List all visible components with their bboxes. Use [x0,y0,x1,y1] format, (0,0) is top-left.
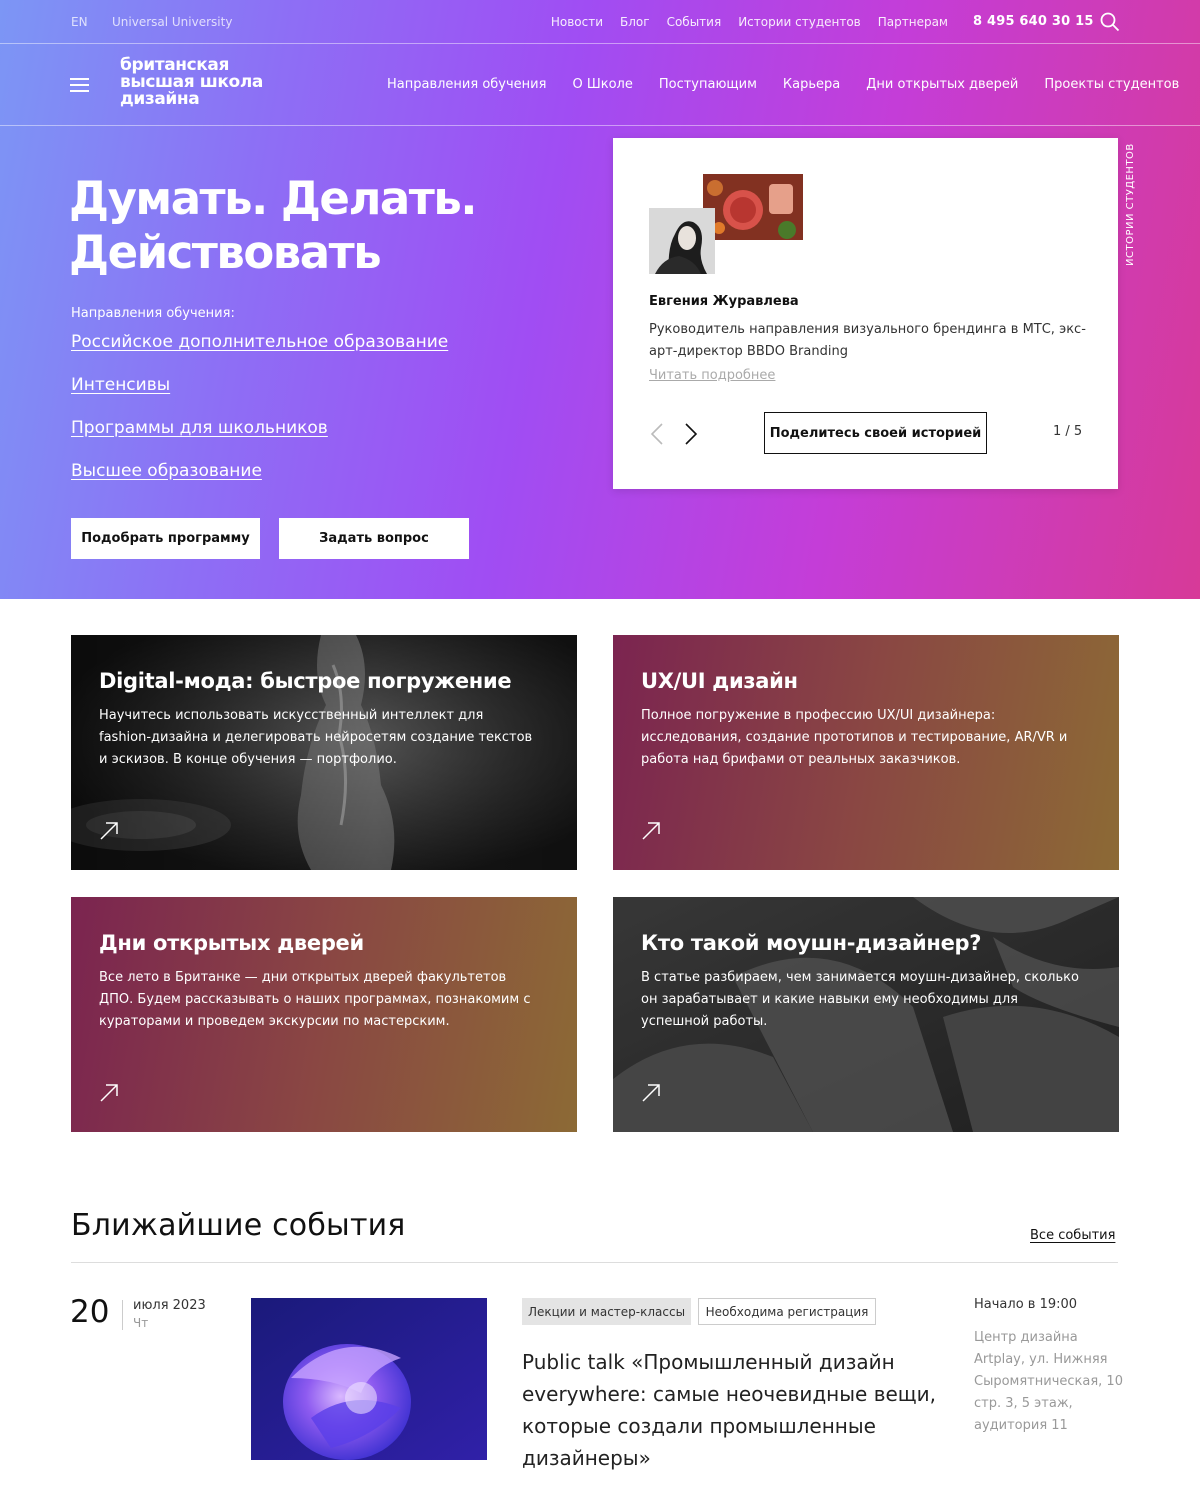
top-bar: EN Universal University Новости Блог Соб… [0,0,1200,44]
menu-icon[interactable] [70,78,89,92]
event-image[interactable] [251,1298,487,1460]
top-link-stories[interactable]: Истории студентов [738,15,861,29]
main-nav: британская высшая школа дизайна Направле… [0,45,1200,126]
student-stories-vertical-label[interactable]: ИСТОРИИ СТУДЕНТОВ [1123,138,1139,266]
arrow-up-right-icon [642,1084,660,1102]
top-link-partners[interactable]: Партнерам [878,15,948,29]
arrow-up-right-icon [100,822,118,840]
event-weekday: Чт [133,1316,149,1330]
event-start-time: Начало в 19:00 [974,1297,1078,1312]
story-pager: 1 / 5 [1053,424,1083,439]
top-link-news[interactable]: Новости [551,15,603,29]
nav-link-about[interactable]: О Школе [572,77,632,92]
event-location: Центр дизайна Artplay, ул. Нижняя Сыромя… [974,1330,1123,1433]
top-link-blog[interactable]: Блог [620,15,650,29]
divider [122,1300,123,1330]
university-link[interactable]: Universal University [112,15,232,29]
arrow-up-right-icon [642,822,660,840]
card-text: В статье разбираем, чем занимается моушн… [641,970,1079,1029]
card-text: Все лето в Британке — дни открытых двере… [99,970,531,1029]
ask-question-button[interactable]: Задать вопрос [279,518,469,559]
chevron-right-icon[interactable] [683,422,699,446]
event-tag-registration[interactable]: Необходима регистрация [698,1298,876,1325]
event-day: 20 [70,1294,110,1330]
event-month-year: июля 2023 [133,1298,206,1313]
direction-link-higher-education[interactable]: Высшее образование [71,461,448,504]
direction-link-additional[interactable]: Российское дополнительное образование [71,332,448,375]
nav-link-career[interactable]: Карьера [783,77,840,92]
event-tag-lectures[interactable]: Лекции и мастер-классы [522,1298,691,1325]
vertical-label-text: ИСТОРИИ СТУДЕНТОВ [1125,143,1136,266]
language-switch[interactable]: EN [71,15,88,29]
directions-label: Направления обучения: [71,306,235,321]
story-read-more-link[interactable]: Читать подробнее [649,368,775,383]
search-icon[interactable] [1100,12,1120,32]
card-title: Кто такой моушн-дизайнер? [641,931,982,955]
hero-title-line: Действовать [69,226,382,279]
phone-number[interactable]: 8 495 640 30 15 [973,14,1094,29]
event-title[interactable]: Public talk «Промышленный дизайн everywh… [522,1346,947,1474]
events-section-title: Ближайшие события [71,1208,406,1243]
top-links: Новости Блог События Истории студентов П… [551,15,948,29]
feature-card-motion-designer[interactable]: Кто такой моушн-дизайнер? В статье разби… [613,897,1119,1132]
nav-link-applicants[interactable]: Поступающим [659,77,757,92]
card-title: Digital-мода: быстрое погружение [99,669,512,693]
story-work-image [703,174,803,240]
direction-link-schoolchildren[interactable]: Программы для школьников [71,418,448,461]
story-author-name: Евгения Журавлева [649,294,799,309]
nav-link-open-days[interactable]: Дни открытых дверей [866,77,1018,92]
nav-link-projects[interactable]: Проекты студентов [1044,77,1179,92]
nav-link-directions[interactable]: Направления обучения [387,77,546,92]
feature-card-open-days[interactable]: Дни открытых дверей Все лето в Британке … [71,897,577,1132]
card-title: UX/UI дизайн [641,669,798,693]
hero-title: Думать. Делать. Действовать [69,172,589,280]
feature-card-digital-fashion[interactable]: Digital-мода: быстрое погружение Научите… [71,635,577,870]
divider [71,1262,1118,1263]
top-link-events[interactable]: События [667,15,722,29]
logo[interactable]: британская высшая школа дизайна [120,57,270,108]
nav-links: Направления обучения О Школе Поступающим… [387,77,1179,92]
chevron-left-icon[interactable] [649,422,665,446]
direction-link-intensives[interactable]: Интенсивы [71,375,448,418]
logo-line: дизайна [120,89,200,109]
feature-card-ux-ui[interactable]: UX/UI дизайн Полное погружение в професс… [613,635,1119,870]
directions-list: Российское дополнительное образование Ин… [71,332,448,504]
share-story-button[interactable]: Поделитесь своей историей [764,412,987,454]
hero-title-line: Думать. Делать. [69,172,477,225]
student-story-card: Евгения Журавлева Руководитель направлен… [613,138,1118,489]
pick-program-button[interactable]: Подобрать программу [71,518,260,559]
card-title: Дни открытых дверей [99,931,364,955]
all-events-link[interactable]: Все события [1030,1228,1115,1243]
card-text: Полное погружение в профессию UX/UI диза… [641,708,1068,767]
arrow-up-right-icon [100,1084,118,1102]
story-description: Руководитель направления визуального бре… [649,322,1086,359]
card-text: Научитесь использовать искусственный инт… [99,708,533,767]
story-avatar [649,208,715,274]
